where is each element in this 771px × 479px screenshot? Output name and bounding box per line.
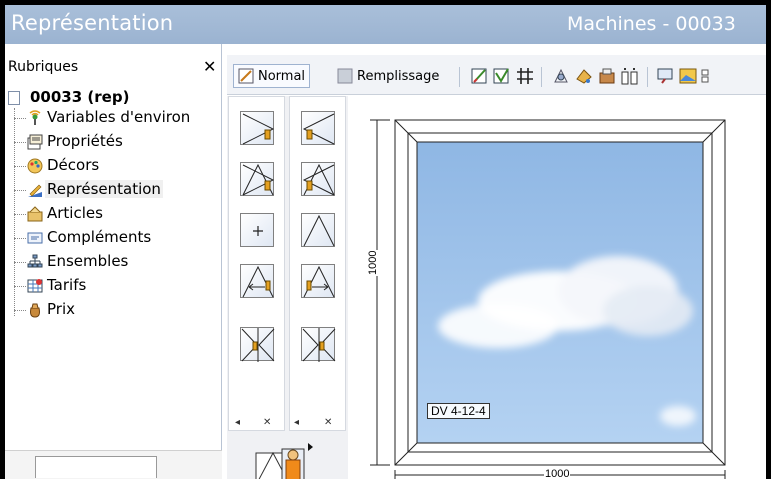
toolbar-separator xyxy=(541,67,542,87)
edit-profile-icon[interactable] xyxy=(471,67,489,85)
tree-connector xyxy=(14,108,15,316)
tree-connector xyxy=(14,166,26,167)
tree-connector xyxy=(14,262,26,263)
top-hung-icon xyxy=(303,214,335,247)
normal-mode-label: Normal xyxy=(258,68,306,84)
more-icon[interactable] xyxy=(701,67,719,85)
antenna-icon xyxy=(29,110,41,125)
panel-tabs xyxy=(5,450,222,479)
glass-spec-label: DV 4-12-4 xyxy=(427,403,490,419)
image-icon[interactable] xyxy=(679,67,697,85)
palette-icon xyxy=(27,158,43,174)
tree-item-label: Prix xyxy=(47,300,75,318)
palette-column-right: ◂ ✕ xyxy=(289,96,346,431)
panel-title: Rubriques xyxy=(8,59,79,75)
width-dimension: 1000 xyxy=(544,468,571,479)
grid-icon[interactable] xyxy=(516,67,534,85)
articles-icon xyxy=(27,206,43,222)
tree-connector xyxy=(14,310,26,311)
window-drawing xyxy=(370,119,726,479)
tree-connector xyxy=(14,286,26,287)
tree-connector xyxy=(14,238,26,239)
palette-item[interactable] xyxy=(301,213,335,247)
edit-check-icon[interactable] xyxy=(493,67,511,85)
palette-item[interactable] xyxy=(240,327,275,362)
add-window-tool-icon[interactable] xyxy=(252,441,322,479)
tree-item-label: Compléments xyxy=(47,228,152,246)
tree-connector xyxy=(14,142,26,143)
nav-down-icon[interactable]: ✕ xyxy=(324,417,332,428)
height-dimension-line xyxy=(370,119,390,466)
tree-item-label: Articles xyxy=(47,204,103,222)
nav-left-icon[interactable]: ◂ xyxy=(235,417,240,428)
tree-item-label: Tarifs xyxy=(47,276,87,294)
fill-mode-icon xyxy=(337,68,353,84)
rubriques-panel: Rubriques ✕ 00033 (rep) Variables d'envi… xyxy=(5,44,222,479)
tree-item-label: Ensembles xyxy=(47,252,129,270)
tariffs-icon xyxy=(27,279,43,293)
toolbar-separator xyxy=(647,67,648,87)
drawing-icon xyxy=(28,184,42,197)
node-icon[interactable] xyxy=(552,67,570,85)
palette-column-left: ◂ ✕ xyxy=(228,96,285,431)
sash-right-opening-icon xyxy=(242,113,275,145)
double-sash-icon xyxy=(241,328,275,362)
view-icon[interactable] xyxy=(657,67,675,85)
paint-icon[interactable] xyxy=(575,67,593,85)
tree-connector xyxy=(14,118,26,119)
sash-left-opening-icon xyxy=(302,113,335,145)
tilt-left-icon xyxy=(302,163,335,196)
nav-down-icon[interactable]: ✕ xyxy=(263,417,271,428)
palette-item[interactable] xyxy=(301,162,335,196)
palette-item[interactable] xyxy=(240,213,274,247)
height-dimension: 1000 xyxy=(367,249,379,276)
tree-root-label: 00033 (rep) xyxy=(30,88,130,106)
price-bag-icon xyxy=(30,303,40,318)
complements-icon xyxy=(27,232,43,244)
tools-icon[interactable] xyxy=(598,67,616,85)
fixed-glass-icon xyxy=(253,226,263,236)
nav-left-icon[interactable]: ◂ xyxy=(294,417,299,428)
toolbar-separator xyxy=(459,67,460,87)
hierarchy-icon xyxy=(27,254,43,268)
drawing-toolbar: Normal Remplissage xyxy=(227,55,766,95)
panel-tab[interactable] xyxy=(35,456,157,478)
application-window: Représentation Machines - 00033 Rubrique… xyxy=(0,0,771,479)
tree-item-label: Variables d'environ xyxy=(47,108,191,126)
fill-mode-label: Remplissage xyxy=(357,68,440,84)
expander-icon[interactable] xyxy=(8,91,20,105)
tree-item-label: Représentation xyxy=(45,180,163,198)
title-bar: Représentation Machines - 00033 xyxy=(5,5,766,44)
tree-connector xyxy=(14,190,26,191)
palette-item[interactable] xyxy=(240,162,275,196)
normal-mode-icon xyxy=(238,68,254,84)
window-type-palette: ◂ ✕ ◂ ✕ xyxy=(227,96,348,479)
drawing-canvas[interactable]: 1000 1000 DV 4-12-4 xyxy=(348,96,766,479)
window-title: Représentation xyxy=(11,11,174,35)
properties-icon xyxy=(27,134,43,150)
palette-item[interactable] xyxy=(301,111,335,145)
tree-item-label: Propriétés xyxy=(47,132,123,150)
context-title: Machines - 00033 xyxy=(567,13,736,35)
palette-item[interactable] xyxy=(240,264,274,298)
sliding-right-icon xyxy=(303,265,335,298)
fill-mode-button[interactable]: Remplissage xyxy=(337,64,439,88)
palette-item[interactable] xyxy=(301,327,336,362)
columns-icon[interactable] xyxy=(621,67,639,85)
tree-item-label: Décors xyxy=(47,156,100,174)
normal-mode-button[interactable]: Normal xyxy=(233,64,311,88)
tree-connector xyxy=(14,214,26,215)
palette-item[interactable] xyxy=(301,264,335,298)
palette-item[interactable] xyxy=(240,111,275,145)
sliding-left-icon xyxy=(242,265,274,298)
panel-header: Rubriques ✕ xyxy=(5,57,222,80)
tilt-right-icon xyxy=(242,163,275,196)
close-icon[interactable]: ✕ xyxy=(203,57,216,76)
double-sash-alt-icon xyxy=(302,328,336,362)
